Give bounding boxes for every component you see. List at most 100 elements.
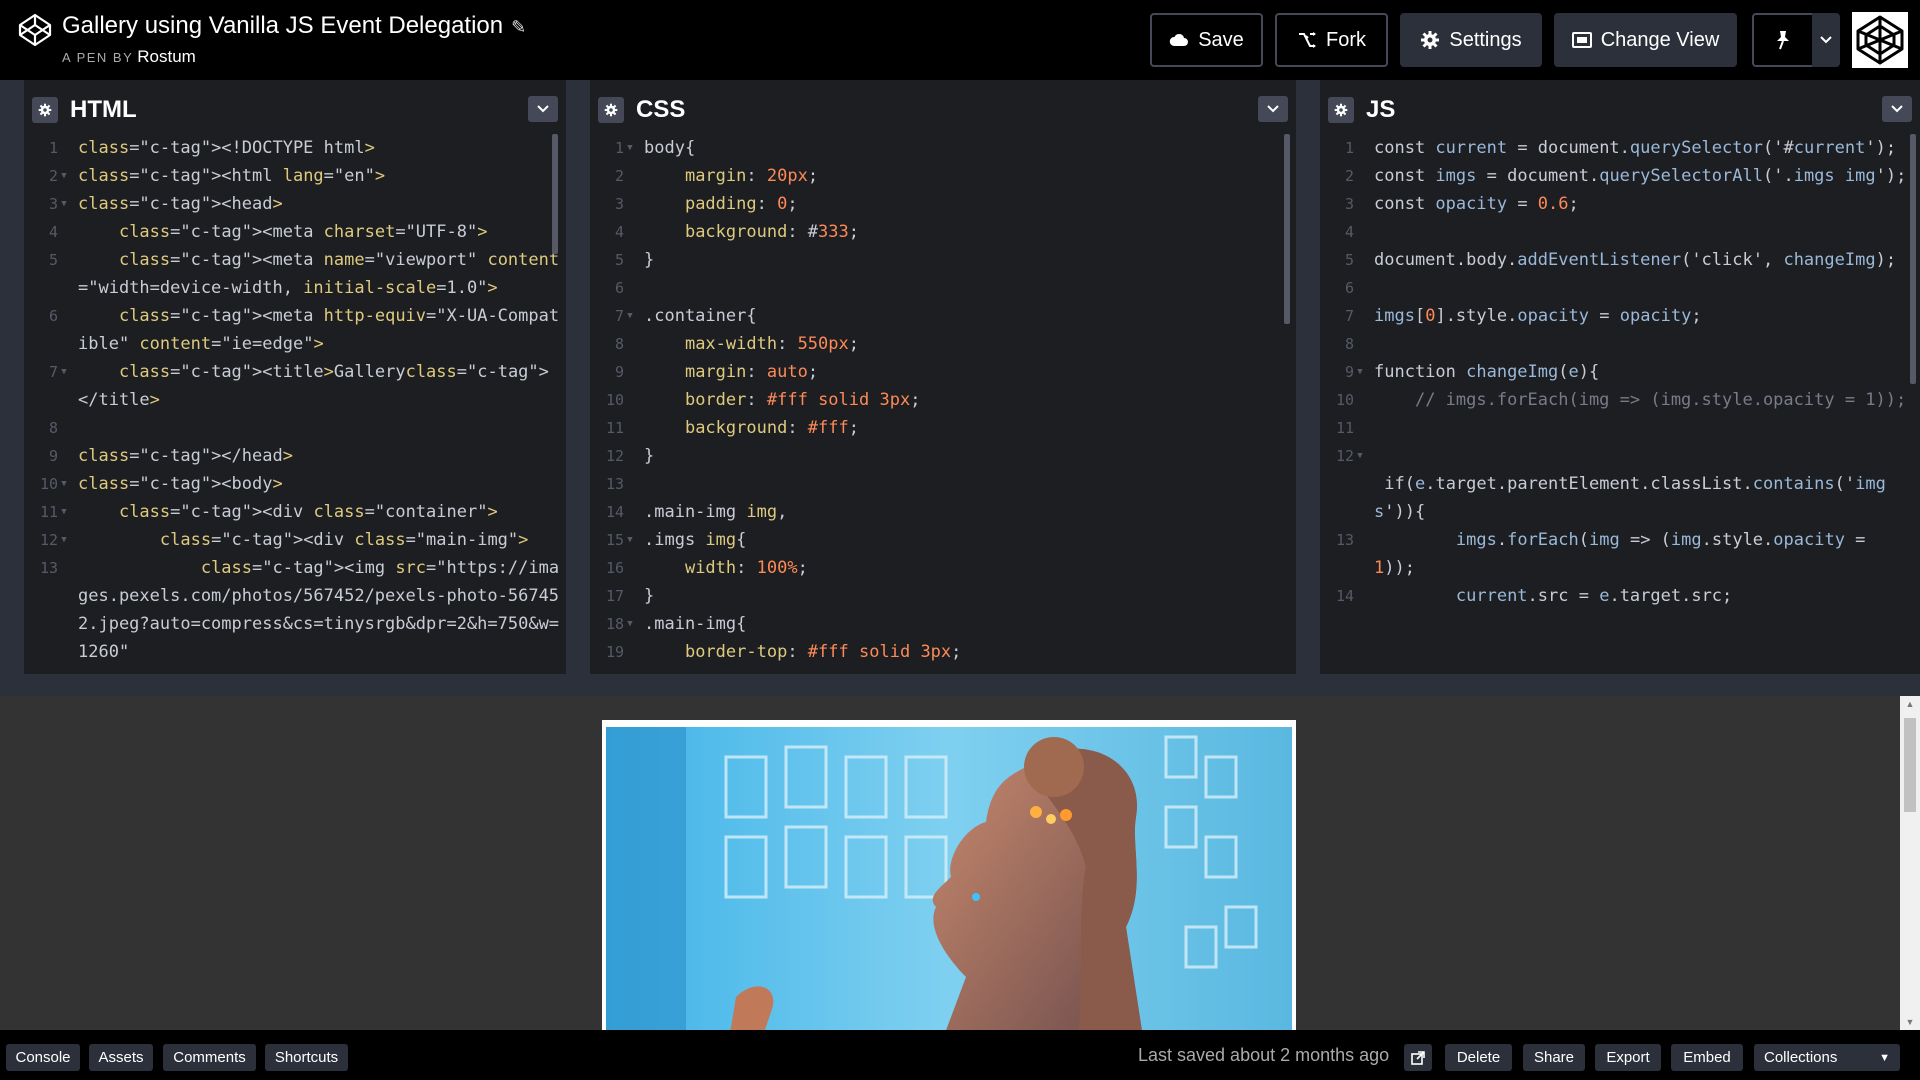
code-text[interactable]: document.body.addEventListener('click', … bbox=[1366, 246, 1920, 274]
fold-arrow-icon[interactable]: ▼ bbox=[58, 190, 70, 218]
fold-arrow-icon[interactable]: ▼ bbox=[624, 610, 636, 638]
code-text[interactable]: margin: auto; bbox=[636, 358, 1296, 386]
code-text[interactable]: class="c-tag"><html lang="en"> bbox=[70, 162, 566, 190]
pen-title[interactable]: Gallery using Vanilla JS Event Delegatio… bbox=[62, 12, 526, 40]
embed-button[interactable]: Embed bbox=[1671, 1044, 1743, 1071]
code-text[interactable]: class="c-tag"><head> bbox=[70, 190, 566, 218]
code-line[interactable]: 7 ▼ .container{ bbox=[590, 302, 1296, 330]
code-line[interactable]: 4 bbox=[1320, 218, 1920, 246]
pin-dropdown-button[interactable] bbox=[1812, 13, 1840, 67]
css-settings-button[interactable] bbox=[598, 97, 624, 123]
css-editor[interactable]: CSS 1 ▼ body{2 margin: 20px; 3 padding: 0; 4… bbox=[590, 90, 1296, 674]
js-collapse-button[interactable] bbox=[1882, 96, 1912, 122]
code-text[interactable]: imgs.forEach(img => (img.style.opacity =… bbox=[1366, 526, 1920, 582]
fold-arrow-icon[interactable]: ▼ bbox=[58, 526, 70, 554]
code-text[interactable]: .main-img img, bbox=[636, 498, 1296, 526]
preview-scrollbar[interactable]: ▲ ▼ bbox=[1900, 696, 1920, 1030]
code-text[interactable] bbox=[1366, 218, 1920, 246]
codepen-logo-icon[interactable] bbox=[17, 12, 53, 48]
code-text[interactable]: .main-img{ bbox=[636, 610, 1296, 638]
code-text[interactable] bbox=[70, 414, 566, 442]
code-text[interactable]: } bbox=[636, 442, 1296, 470]
code-line[interactable]: 6 class="c-tag"><meta http-equiv="X-UA-C… bbox=[24, 302, 566, 358]
author-link[interactable]: Rostum bbox=[137, 47, 196, 66]
fold-arrow-icon[interactable]: ▼ bbox=[58, 358, 70, 414]
pencil-icon[interactable]: ✎ bbox=[511, 17, 526, 37]
code-line[interactable]: 3 padding: 0; bbox=[590, 190, 1296, 218]
code-text[interactable]: class="c-tag"><!DOCTYPE html> bbox=[70, 134, 566, 162]
code-line[interactable]: 4 class="c-tag"><meta charset="UTF-8"> bbox=[24, 218, 566, 246]
delete-button[interactable]: Delete bbox=[1445, 1044, 1512, 1071]
code-text[interactable]: padding: 0; bbox=[636, 190, 1296, 218]
scroll-up-icon[interactable]: ▲ bbox=[1900, 696, 1920, 712]
code-line[interactable]: 6 bbox=[590, 274, 1296, 302]
code-line[interactable]: 17} bbox=[590, 582, 1296, 610]
code-line[interactable]: 12 ▼ bbox=[1320, 442, 1920, 470]
code-line[interactable]: 5 class="c-tag"><meta name="viewport" co… bbox=[24, 246, 566, 302]
code-line[interactable]: 15 ▼ .imgs img{ bbox=[590, 526, 1296, 554]
fold-arrow-icon[interactable]: ▼ bbox=[1354, 358, 1366, 386]
code-line[interactable]: 4 background: #333; bbox=[590, 218, 1296, 246]
collections-dropdown[interactable]: Collections ▼ bbox=[1754, 1044, 1900, 1071]
avatar[interactable] bbox=[1852, 12, 1908, 68]
code-text[interactable] bbox=[1366, 414, 1920, 442]
code-text[interactable]: class="c-tag"><img src="https://images.p… bbox=[70, 554, 566, 666]
code-line[interactable]: 8 max-width: 550px; bbox=[590, 330, 1296, 358]
js-code[interactable]: 1 const current = document.querySelector(… bbox=[1320, 134, 1920, 674]
code-text[interactable]: // imgs.forEach(img => (img.style.opacit… bbox=[1366, 386, 1920, 414]
code-text[interactable]: } bbox=[636, 246, 1296, 274]
fork-button[interactable]: Fork bbox=[1275, 13, 1388, 67]
code-line[interactable]: 13 bbox=[590, 470, 1296, 498]
fold-arrow-icon[interactable]: ▼ bbox=[624, 526, 636, 554]
code-line[interactable]: 2 ▼ class="c-tag"><html lang="en"> bbox=[24, 162, 566, 190]
code-text[interactable]: class="c-tag"><meta http-equiv="X-UA-Com… bbox=[70, 302, 566, 358]
code-line[interactable]: 16 width: 100%; bbox=[590, 554, 1296, 582]
fold-arrow-icon[interactable]: ▼ bbox=[624, 134, 636, 162]
code-line[interactable]: 10 ▼ class="c-tag"><body> bbox=[24, 470, 566, 498]
js-editor[interactable]: JS 1 const current = document.querySelect… bbox=[1320, 90, 1920, 674]
code-text[interactable]: class="c-tag"><div class="container"> bbox=[70, 498, 566, 526]
code-text[interactable]: .container{ bbox=[636, 302, 1296, 330]
pen-title-text[interactable]: Gallery using Vanilla JS Event Delegatio… bbox=[62, 12, 503, 39]
code-line[interactable]: 14 .main-img img, bbox=[590, 498, 1296, 526]
fold-arrow-icon[interactable]: ▼ bbox=[624, 302, 636, 330]
code-text[interactable] bbox=[636, 274, 1296, 302]
code-text[interactable]: imgs[0].style.opacity = opacity; bbox=[1366, 302, 1920, 330]
preview-resize-bar[interactable] bbox=[0, 674, 1920, 697]
code-text[interactable]: class="c-tag"><body> bbox=[70, 470, 566, 498]
code-text[interactable]: class="c-tag"></head> bbox=[70, 442, 566, 470]
assets-button[interactable]: Assets bbox=[89, 1044, 153, 1071]
code-line[interactable]: 8 bbox=[24, 414, 566, 442]
code-line[interactable]: 19 border-top: #fff solid 3px; bbox=[590, 638, 1296, 666]
code-text[interactable]: const imgs = document.querySelectorAll('… bbox=[1366, 162, 1920, 190]
code-text[interactable] bbox=[1366, 330, 1920, 358]
html-editor[interactable]: HTML 1 class="c-tag"><!DOCTYPE html> 2 ▼ cla… bbox=[24, 90, 566, 674]
html-code[interactable]: 1 class="c-tag"><!DOCTYPE html> 2 ▼ class="c… bbox=[24, 134, 566, 674]
code-line[interactable]: 3 ▼ class="c-tag"><head> bbox=[24, 190, 566, 218]
code-text[interactable]: class="c-tag"><meta name="viewport" cont… bbox=[70, 246, 566, 302]
fold-arrow-icon[interactable]: ▼ bbox=[58, 498, 70, 526]
code-line[interactable]: 9 class="c-tag"></head> bbox=[24, 442, 566, 470]
css-code[interactable]: 1 ▼ body{2 margin: 20px; 3 padding: 0; 4 bac… bbox=[590, 134, 1296, 674]
code-line[interactable]: 10 border: #fff solid 3px; bbox=[590, 386, 1296, 414]
code-text[interactable]: class="c-tag"><title>Galleryclass="c-tag… bbox=[70, 358, 566, 414]
code-line[interactable]: 2 margin: 20px; bbox=[590, 162, 1296, 190]
fold-arrow-icon[interactable]: ▼ bbox=[58, 162, 70, 190]
code-line[interactable]: 13 class="c-tag"><img src="https://image… bbox=[24, 554, 566, 666]
code-text[interactable]: const current = document.querySelector('… bbox=[1366, 134, 1920, 162]
code-line[interactable]: 8 bbox=[1320, 330, 1920, 358]
code-text[interactable]: border-top: #fff solid 3px; bbox=[636, 638, 1296, 666]
code-line[interactable]: 12 ▼ class="c-tag"><div class="main-img"> bbox=[24, 526, 566, 554]
code-line[interactable]: 11 ▼ class="c-tag"><div class="container"… bbox=[24, 498, 566, 526]
console-button[interactable]: Console bbox=[6, 1044, 80, 1071]
css-scrollbar[interactable] bbox=[1284, 134, 1290, 324]
code-line[interactable]: if(e.target.parentElement.classList.cont… bbox=[1320, 470, 1920, 526]
code-line[interactable]: 1 ▼ body{ bbox=[590, 134, 1296, 162]
html-settings-button[interactable] bbox=[32, 97, 58, 123]
editor-resize-handle-2[interactable] bbox=[1296, 80, 1320, 674]
code-text[interactable]: border: #fff solid 3px; bbox=[636, 386, 1296, 414]
code-text[interactable]: margin: 20px; bbox=[636, 162, 1296, 190]
code-line[interactable]: 11 bbox=[1320, 414, 1920, 442]
export-button[interactable]: Export bbox=[1595, 1044, 1661, 1071]
editor-resize-handle-1[interactable] bbox=[566, 80, 590, 674]
